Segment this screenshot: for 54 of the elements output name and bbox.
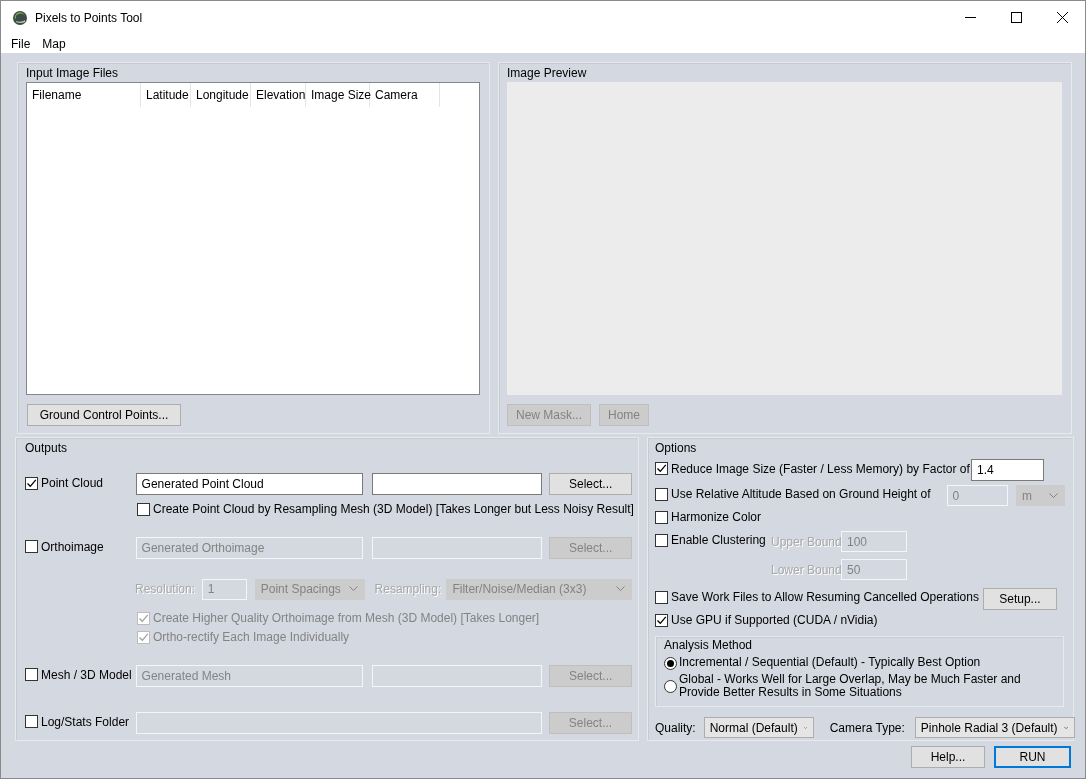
check-icon	[138, 612, 149, 624]
dropdown[interactable]: Normal (Default)	[703, 717, 814, 738]
chevron-down-icon	[348, 586, 358, 592]
field-label: Resampling:	[374, 582, 443, 596]
field-label: Lower Bound	[771, 562, 841, 577]
group-title: Outputs	[25, 440, 69, 456]
column-header[interactable]: Longitude	[191, 83, 251, 107]
checkbox[interactable]: Mesh / 3D Model	[25, 667, 132, 682]
button[interactable]: Setup...	[982, 587, 1057, 610]
checkbox[interactable]: Reduce Image Size (Faster / Less Memory) by Factor of	[655, 461, 970, 476]
checkbox[interactable]: Save Work Files to Allow Resuming Cancelled Operations	[655, 590, 979, 605]
field-label: Resolution:	[135, 582, 197, 596]
column-header[interactable]: Filename	[27, 83, 141, 107]
checkbox[interactable]: Use Relative Altitude Based on Ground Height of	[655, 487, 931, 502]
window-title: Pixels to Points Tool	[35, 10, 144, 25]
chevron-down-icon	[616, 586, 625, 592]
field-label: Upper Bound	[771, 534, 841, 549]
group-title: Options	[655, 440, 698, 456]
select-button[interactable]: Select...	[549, 473, 632, 495]
chevron-down-icon	[1063, 724, 1068, 731]
checkbox[interactable]: Create Point Cloud by Resampling Mesh (3D Model) [Takes Longer but Less Noisy Result]	[137, 502, 634, 516]
group-title: Input Image Files	[26, 65, 120, 81]
dropdown[interactable]: Pinhole Radial 3 (Default)	[914, 717, 1075, 738]
checkbox[interactable]: Harmonize Color	[655, 510, 762, 524]
group-title: Image Preview	[507, 65, 588, 81]
button[interactable]: Help...	[911, 746, 985, 768]
checkbox[interactable]: Point Cloud	[25, 476, 104, 491]
check-icon	[656, 463, 667, 475]
checkbox[interactable]: Log/Stats Folder	[25, 714, 130, 729]
text-field[interactable]: 1.4	[971, 458, 1044, 481]
check-icon	[138, 631, 149, 643]
radio-button[interactable]: Global - Works Well for Large Overlap, May be Much Faster and Provide Better Results in Some Situations	[664, 673, 1057, 699]
checkbox[interactable]: Enable Clustering	[655, 533, 766, 548]
field-label: Quality:	[655, 720, 696, 735]
chevron-down-icon	[1049, 492, 1058, 499]
button[interactable]: RUN	[994, 746, 1071, 768]
check-icon	[26, 477, 37, 489]
column-header[interactable]: Elevation	[251, 83, 306, 107]
group-title: Analysis Method	[664, 637, 754, 653]
app-logo-icon	[12, 9, 28, 26]
field-label: Camera Type:	[829, 720, 905, 735]
text-field[interactable]: Generated Point Cloud	[135, 473, 363, 495]
column-header[interactable]: Image Size	[306, 83, 370, 107]
column-header[interactable]: Camera	[370, 83, 440, 107]
menu-item[interactable]: File	[5, 36, 37, 51]
path-field[interactable]	[371, 473, 543, 495]
button[interactable]: Ground Control Points...	[27, 404, 181, 426]
radio-button[interactable]: Incremental / Sequential (Default) - Typically Best Option	[664, 656, 1057, 670]
menu-item[interactable]: Map	[36, 36, 72, 51]
file-list[interactable]: Filename Latitude Longitude Elevation Image Size Camera	[26, 82, 480, 395]
column-header[interactable]: Latitude	[141, 83, 191, 107]
checkbox[interactable]: Use GPU if Supported (CUDA / nVidia)	[655, 613, 878, 627]
checkbox[interactable]: Orthoimage	[25, 539, 104, 554]
check-icon	[656, 614, 667, 626]
